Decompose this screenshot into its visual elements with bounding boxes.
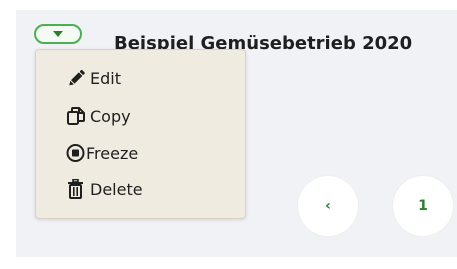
menu-item-freeze[interactable]: Freeze xyxy=(66,141,138,165)
menu-item-delete[interactable]: Delete xyxy=(66,177,143,201)
menu-item-copy[interactable]: Copy xyxy=(66,104,131,128)
menu-item-label: Edit xyxy=(90,68,121,88)
page-1-button[interactable]: 1 xyxy=(393,176,453,236)
menu-item-label: Copy xyxy=(90,106,131,126)
actions-dropdown-menu: Edit Copy Freeze Delete xyxy=(35,49,246,219)
copy-icon xyxy=(66,105,88,127)
dropdown-toggle-button[interactable] xyxy=(34,24,82,44)
menu-item-label: Freeze xyxy=(86,143,139,163)
chevron-down-icon xyxy=(53,31,63,37)
menu-item-label: Delete xyxy=(90,179,143,199)
previous-page-button[interactable]: ‹ xyxy=(298,176,358,236)
pencil-icon xyxy=(66,67,88,89)
menu-item-edit[interactable]: Edit xyxy=(66,66,121,90)
trash-icon xyxy=(66,178,88,200)
stop-circle-icon xyxy=(66,142,88,164)
